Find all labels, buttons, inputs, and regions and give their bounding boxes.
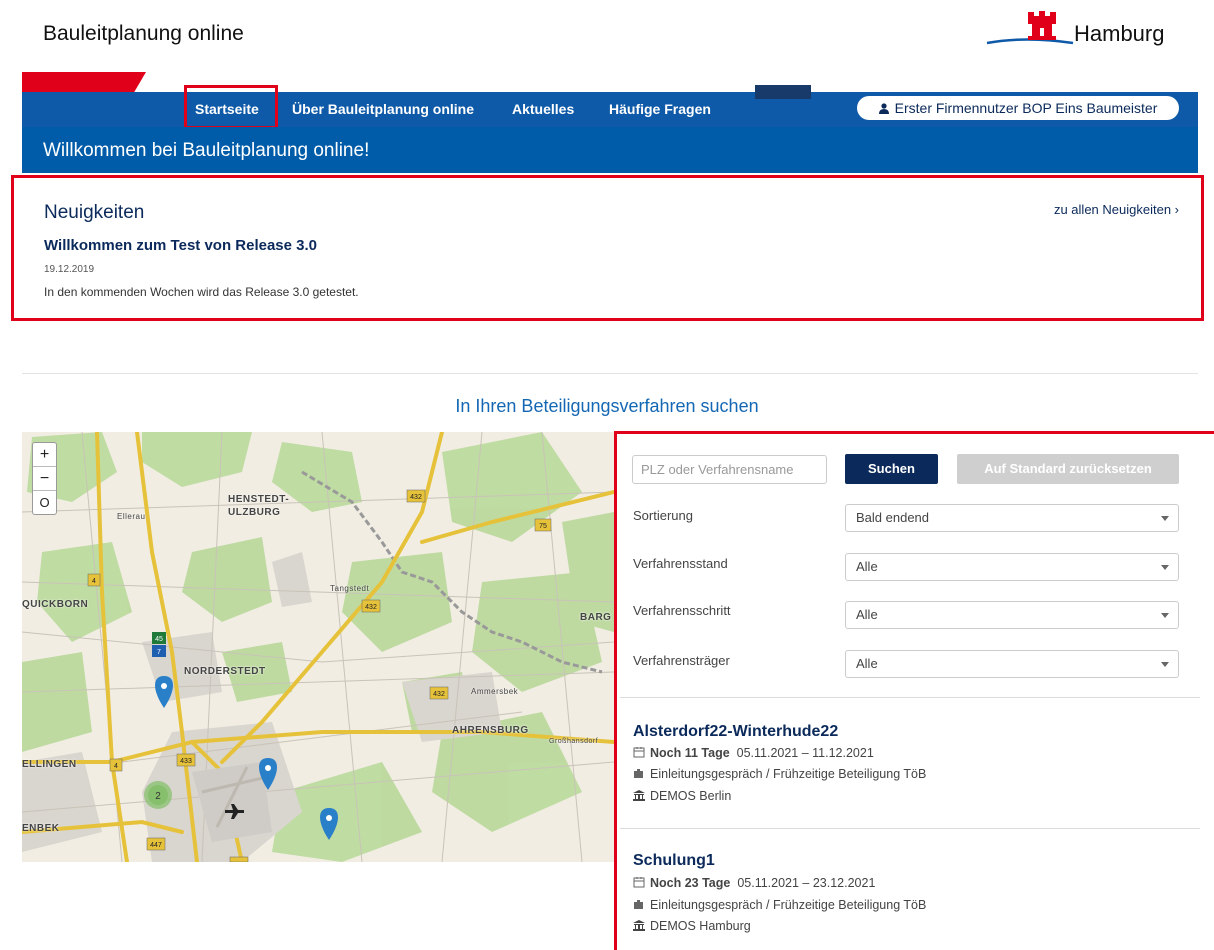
logo-text: Hamburg [1074, 21, 1165, 46]
all-news-link[interactable]: zu allen Neuigkeiten › [1054, 202, 1179, 217]
procedure-authority-text: DEMOS Berlin [650, 789, 732, 803]
status-select-value: Alle [856, 559, 878, 574]
startseite-highlight [184, 85, 278, 129]
map-label-quickborn: QUICKBORN [22, 599, 89, 610]
road-432-b: 432 [433, 691, 445, 698]
filter-label-sortierung: Sortierung [633, 508, 693, 523]
map-label-tangstedt: Tangstedt [330, 584, 370, 593]
road-433: 433 [180, 758, 192, 765]
procedure-step-text: Einleitungsgespräch / Frühzeitige Beteil… [650, 898, 927, 912]
road-4-a: 4 [92, 578, 96, 585]
zoom-out-button[interactable]: − [33, 467, 56, 491]
procedure-authority: DEMOS Berlin [633, 789, 731, 803]
sort-select-value: Bald endend [856, 510, 930, 525]
news-headline[interactable]: Willkommen zum Test von Release 3.0 [44, 237, 317, 254]
procedure-authority-text: DEMOS Hamburg [650, 919, 751, 933]
map-label-ulzburg: ULZBURG [228, 507, 281, 518]
road-447: 447 [150, 842, 162, 849]
procedure-dates: 05.11.2021 – 23.12.2021 [737, 876, 876, 890]
user-menu-button[interactable]: Erster Firmennutzer BOP Eins Baumeister [857, 96, 1179, 120]
search-heading: In Ihren Beteiligungsverfahren suchen [455, 396, 759, 416]
list-divider [620, 828, 1200, 829]
map-label-ellingen: ELLINGEN [22, 759, 77, 770]
procedure-step: Einleitungsgespräch / Frühzeitige Beteil… [633, 898, 926, 912]
status-select[interactable]: Alle [845, 553, 1179, 581]
news-body: In den kommenden Wochen wird das Release… [44, 285, 359, 299]
search-button[interactable]: Suchen [845, 454, 938, 484]
map-zoom-control: + − O [32, 442, 57, 515]
calendar-icon [633, 877, 645, 888]
map-label-enbek: ENBEK [22, 823, 60, 834]
procedure-period: Noch 23 Tage 05.11.2021 – 23.12.2021 [633, 876, 875, 890]
news-title: Neuigkeiten [44, 202, 145, 223]
procedure-title[interactable]: Schulung1 [633, 852, 715, 870]
procedure-remaining: Noch 11 Tage [650, 746, 730, 760]
procedure-step: Einleitungsgespräch / Frühzeitige Beteil… [633, 767, 926, 781]
calendar-icon [633, 747, 645, 758]
site-title[interactable]: Bauleitplanung online [43, 22, 244, 46]
authority-select[interactable]: Alle [845, 650, 1179, 678]
nav-item-aktuelles[interactable]: Aktuelles [512, 92, 574, 127]
welcome-text: Willkommen bei Bauleitplanung online! [43, 140, 370, 161]
map-label-ammersbek: Ammersbek [471, 687, 519, 696]
welcome-banner: Willkommen bei Bauleitplanung online! [22, 127, 1198, 173]
map-label-barg: BARG [580, 612, 612, 623]
search-input[interactable] [632, 455, 827, 484]
map-label-grosshansdorf: Großhansdorf [549, 738, 599, 745]
road-75: 75 [539, 523, 547, 530]
news-section: Neuigkeiten zu allen Neuigkeiten › Willk… [11, 175, 1204, 321]
institution-icon [633, 920, 645, 931]
map-label-ellerau: Ellerau [117, 512, 146, 521]
hamburg-castle-icon [986, 11, 1074, 45]
procedure-step-text: Einleitungsgespräch / Frühzeitige Beteil… [650, 767, 927, 781]
section-divider [22, 373, 1198, 374]
list-divider [620, 697, 1200, 698]
road-4-b: 4 [114, 763, 118, 770]
user-name: Erster Firmennutzer BOP Eins Baumeister [894, 100, 1158, 116]
map-label-norderstedt: NORDERSTEDT [184, 666, 266, 677]
filter-label-verfahrensstand: Verfahrensstand [633, 556, 728, 571]
cluster-count: 2 [155, 791, 161, 802]
filter-label-verfahrenstraeger: Verfahrensträger [633, 653, 730, 668]
filter-label-verfahrensschritt: Verfahrensschritt [633, 603, 731, 618]
road-432-a: 432 [410, 494, 422, 501]
news-date: 19.12.2019 [44, 264, 95, 275]
procedure-dates: 05.11.2021 – 11.12.2021 [736, 746, 874, 760]
road-45: 45 [155, 636, 163, 643]
map-label-ahrensburg: AHRENSBURG [452, 725, 529, 736]
road-432-c: 432 [365, 604, 377, 611]
user-icon [878, 103, 889, 114]
nav-item-ueber[interactable]: Über Bauleitplanung online [292, 92, 474, 127]
procedure-title[interactable]: Alsterdorf22-Winterhude22 [633, 723, 838, 741]
chevron-down-icon [1161, 516, 1169, 521]
puzzle-icon [634, 900, 643, 909]
road-7: 7 [157, 649, 161, 656]
chevron-down-icon [1161, 662, 1169, 667]
reset-view-button[interactable]: O [33, 491, 56, 514]
puzzle-icon [634, 769, 643, 778]
procedure-period: Noch 11 Tage 05.11.2021 – 11.12.2021 [633, 746, 874, 760]
map-base: 432 432 432 433 75 4 4 447 45 7 2 [22, 432, 614, 862]
procedure-remaining: Noch 23 Tage [650, 876, 731, 890]
nav-dark-block [755, 85, 811, 99]
chevron-down-icon [1161, 613, 1169, 618]
map[interactable]: 432 432 432 433 75 4 4 447 45 7 2 HENSTE… [22, 432, 614, 862]
header: Bauleitplanung online Hamburg [0, 0, 1214, 72]
nav-item-faq[interactable]: Häufige Fragen [609, 92, 711, 127]
institution-icon [633, 790, 645, 801]
map-label-henstedt: HENSTEDT- [228, 494, 290, 505]
procedure-authority: DEMOS Hamburg [633, 919, 751, 933]
hamburg-logo[interactable]: Hamburg [985, 10, 1185, 50]
reset-button[interactable]: Auf Standard zurücksetzen [957, 454, 1179, 484]
zoom-in-button[interactable]: + [33, 443, 56, 467]
sort-select[interactable]: Bald endend [845, 504, 1179, 532]
step-select-value: Alle [856, 607, 878, 622]
chevron-down-icon [1161, 565, 1169, 570]
authority-select-value: Alle [856, 656, 878, 671]
step-select[interactable]: Alle [845, 601, 1179, 629]
